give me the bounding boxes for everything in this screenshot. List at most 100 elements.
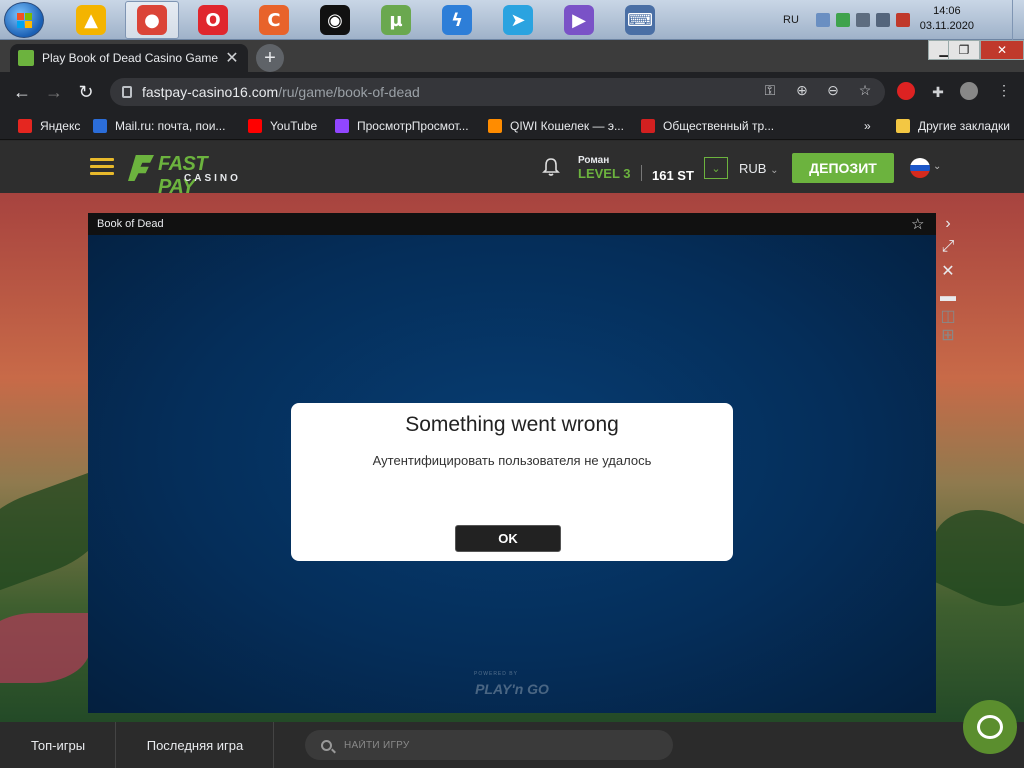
- chevron-right-icon[interactable]: ›: [940, 215, 956, 232]
- bookmark-item[interactable]: QIWI Кошелек — э...: [488, 118, 624, 134]
- bookmark-item[interactable]: Яндекс: [18, 118, 80, 134]
- windows-logo-icon: [17, 13, 33, 29]
- url-path: /ru/game/book-of-dead: [278, 84, 420, 100]
- extensions-puzzle-icon[interactable]: ✚: [928, 82, 948, 102]
- search-icon: [321, 739, 332, 751]
- header-divider: [641, 165, 642, 181]
- start-button[interactable]: [4, 2, 44, 38]
- taskbar-app-opera[interactable]: O: [186, 1, 240, 39]
- zoom-in-icon[interactable]: ⊕: [792, 80, 812, 100]
- proxy-icon: ◉: [320, 5, 350, 35]
- taskbar-app-visual-studio[interactable]: ▶: [552, 1, 606, 39]
- taskbar-app-google-drive[interactable]: ▲: [64, 1, 118, 39]
- profile-avatar-icon[interactable]: [960, 82, 978, 100]
- bookmark-label: Mail.ru: почта, пои...: [115, 119, 226, 133]
- taskbar-app-chrome[interactable]: ●: [125, 1, 179, 39]
- chrome-icon: ●: [137, 5, 167, 35]
- clock-date: 03.11.2020: [919, 20, 974, 32]
- bookmark-label: ПросмотрПросмот...: [357, 119, 469, 133]
- url-host: fastpay-casino16.com: [142, 84, 279, 100]
- deposit-button[interactable]: ДЕПОЗИТ: [792, 153, 894, 183]
- search-input[interactable]: [344, 739, 644, 751]
- bookmark-label: QIWI Кошелек — э...: [510, 119, 624, 133]
- lock-icon: [122, 86, 132, 98]
- site-header: FAST PAY CASINO Роман LEVEL 3 161 ST ⌄ R…: [0, 141, 1024, 198]
- bookmark-favicon-icon: [335, 119, 349, 133]
- taskbar-app-keyboard[interactable]: ⌨: [613, 1, 667, 39]
- close-game-icon[interactable]: ✕: [940, 263, 956, 280]
- game-title-bar: Book of Dead: [88, 213, 936, 235]
- status-points: 161 ST: [652, 168, 694, 183]
- taskbar-app-proxy[interactable]: ◉: [308, 1, 362, 39]
- flower-decoration: [0, 613, 90, 683]
- bookmark-item[interactable]: YouTube: [248, 118, 317, 134]
- remote-icon[interactable]: [895, 13, 910, 27]
- dual-screen-icon[interactable]: ◫: [940, 308, 956, 325]
- back-arrow-icon[interactable]: ←: [12, 82, 32, 102]
- bookmark-item[interactable]: ПросмотрПросмот...: [335, 118, 469, 134]
- window-restore-button[interactable]: ❐: [948, 40, 980, 60]
- favorite-star-icon[interactable]: ☆: [911, 215, 924, 233]
- logo-mark-icon: [128, 155, 154, 181]
- site-favicon-icon: [18, 50, 34, 66]
- footer-divider: [273, 722, 274, 768]
- bookmark-label: YouTube: [270, 119, 318, 133]
- window-close-button[interactable]: ✕: [980, 40, 1024, 60]
- logo-text-bottom: CASINO: [184, 173, 241, 184]
- new-tab-button[interactable]: +: [256, 44, 284, 72]
- network-icon[interactable]: [815, 13, 830, 27]
- currency-label: RUB: [739, 161, 767, 176]
- show-desktop-button[interactable]: [1012, 0, 1024, 40]
- reload-icon[interactable]: ↻: [76, 82, 96, 102]
- bookmark-label: Общественный тр...: [663, 119, 775, 133]
- tab-top-games[interactable]: Топ-игры: [0, 722, 116, 768]
- tab-close-icon[interactable]: ✕: [224, 48, 240, 68]
- bookmark-star-icon[interactable]: ☆: [855, 80, 875, 100]
- key-icon[interactable]: ⚿: [760, 80, 780, 100]
- taskbar-app-utorrent[interactable]: µ: [369, 1, 423, 39]
- forward-arrow-icon[interactable]: →: [44, 82, 64, 102]
- tab-title: Play Book of Dead Casino Game: [42, 51, 219, 65]
- bookmark-item[interactable]: Mail.ru: почта, пои...: [93, 118, 225, 134]
- ok-button[interactable]: OK: [455, 525, 561, 552]
- user-profile[interactable]: Роман LEVEL 3: [578, 155, 631, 181]
- chat-support-button[interactable]: [963, 700, 1017, 754]
- visual-studio-icon: ▶: [564, 5, 594, 35]
- currency-selector[interactable]: RUB ⌄: [739, 161, 778, 176]
- site-logo[interactable]: FAST PAY CASINO: [128, 151, 246, 198]
- bookmarks-overflow-button[interactable]: »: [864, 118, 871, 134]
- single-screen-icon[interactable]: ▬: [940, 288, 956, 305]
- language-chevron-icon[interactable]: ⌄: [933, 161, 941, 172]
- bookmarks-bar: Яндекс Mail.ru: почта, пои... YouTube Просм…: [0, 112, 1024, 140]
- bottom-bar: Топ-игры Последняя игра: [0, 722, 1024, 768]
- browser-tab[interactable]: Play Book of Dead Casino Game ✕: [10, 44, 248, 72]
- zoom-out-icon[interactable]: ⊖: [823, 80, 843, 100]
- bookmark-favicon-icon: [248, 119, 262, 133]
- russian-flag-icon[interactable]: [910, 158, 930, 178]
- hamburger-menu-icon[interactable]: [90, 158, 114, 176]
- taskbar-app-ccleaner[interactable]: C: [247, 1, 301, 39]
- other-bookmarks-folder[interactable]: Другие закладки: [896, 118, 1010, 134]
- monitor-icon[interactable]: [875, 13, 890, 27]
- language-indicator[interactable]: RU: [783, 14, 799, 26]
- quad-screen-icon[interactable]: ⊞: [940, 327, 956, 344]
- taskbar-app-telegram[interactable]: ➤: [491, 1, 545, 39]
- security-icon[interactable]: [835, 13, 850, 27]
- bookmark-favicon-icon: [641, 119, 655, 133]
- dialog-title: Something went wrong: [405, 413, 619, 436]
- bookmark-favicon-icon: [488, 119, 502, 133]
- windows-taskbar: ▲ ● O C ◉ µ ϟ ➤ ▶ ⌨ RU 14:06 03.11.2020: [0, 0, 1024, 40]
- adblock-extension-icon[interactable]: [897, 82, 915, 100]
- taskbar-clock[interactable]: 14:06 03.11.2020: [920, 4, 974, 34]
- ccleaner-icon: C: [259, 5, 289, 35]
- bookmark-item[interactable]: Общественный тр...: [641, 118, 774, 134]
- menu-kebab-icon[interactable]: ⋮: [994, 80, 1014, 100]
- balance-dropdown-button[interactable]: ⌄: [704, 157, 728, 179]
- game-search: [305, 730, 673, 760]
- chevron-down-icon: ⌄: [770, 165, 779, 176]
- volume-icon[interactable]: [855, 13, 870, 27]
- taskbar-app-accelerator[interactable]: ϟ: [430, 1, 484, 39]
- fullscreen-icon[interactable]: ⤢: [940, 238, 956, 255]
- notifications-bell-icon[interactable]: [542, 157, 560, 177]
- tab-last-game[interactable]: Последняя игра: [116, 722, 274, 768]
